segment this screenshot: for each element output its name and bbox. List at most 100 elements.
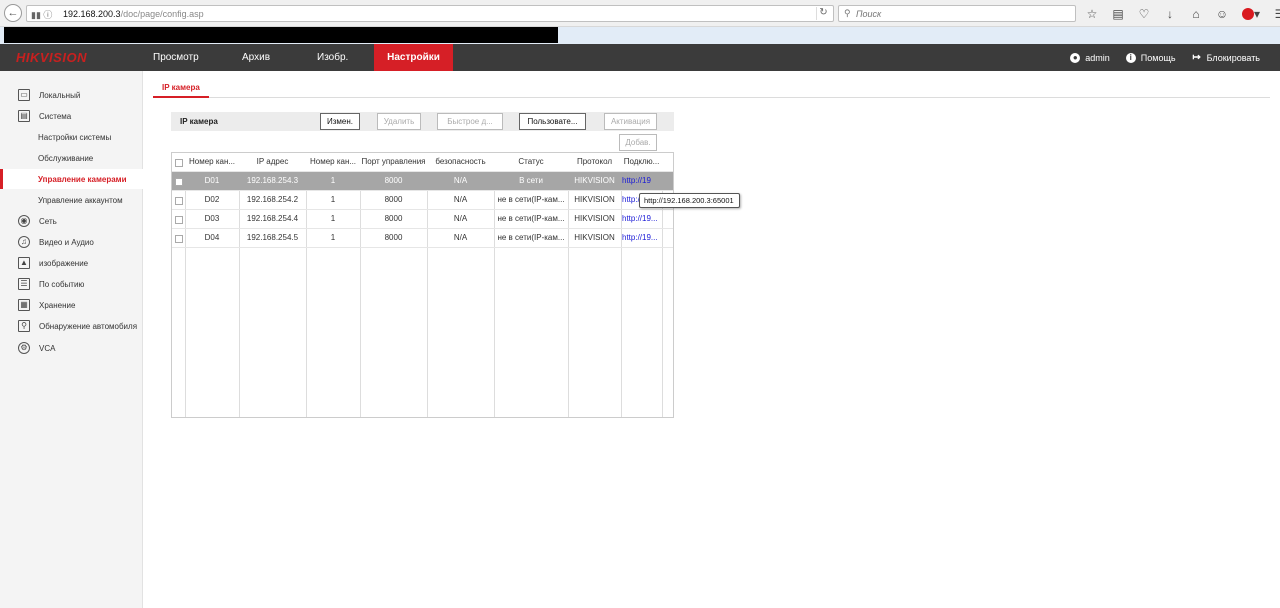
table-cell: 8000 [384, 176, 403, 185]
table-cell: 192.168.254.2 [246, 195, 299, 204]
column-header[interactable]: безопасность [427, 153, 494, 172]
table-row[interactable]: D02 192.168.254.2 1 8000 N/A не в сети(I… [172, 191, 673, 210]
table-row[interactable]: D01 192.168.254.3 1 8000 N/A В сети HIKV… [172, 172, 673, 191]
table-row[interactable]: D04 192.168.254.5 1 8000 N/A не в сети(I… [172, 229, 673, 248]
help-link[interactable]: i Помощь [1125, 52, 1176, 63]
sidebar-item-label: Видео и Аудио [39, 237, 94, 247]
table-cell: не в сети(IP-кам... [497, 233, 565, 242]
nav-settings[interactable]: Настройки [374, 44, 453, 71]
sidebar-item-image[interactable]: ▲ изображение [0, 253, 143, 273]
column-header[interactable]: IP адрес [239, 153, 306, 172]
table-cell: HIKVISION [574, 214, 615, 223]
table-cell: HIKVISION [574, 176, 615, 185]
browser-search-input[interactable] [856, 7, 1071, 20]
home-icon[interactable]: ⌂ [1188, 6, 1204, 22]
site-info-icon[interactable]: ▮▮ ⓘ [31, 8, 52, 21]
table-cell: HIKVISION [574, 233, 615, 242]
row-checkbox[interactable] [172, 210, 185, 229]
sidebar-item-label: изображение [39, 258, 89, 268]
row-checkbox[interactable] [172, 172, 185, 191]
table-cell: N/A [453, 214, 468, 223]
sidebar-item-vca[interactable]: ⚙ VCA [0, 338, 143, 358]
select-all-checkbox[interactable] [172, 153, 185, 172]
table-cell: N/A [453, 233, 468, 242]
network-icon: ◉ [18, 215, 30, 227]
user-menu[interactable]: ● admin [1070, 52, 1110, 63]
menu-icon[interactable]: ☰ [1272, 6, 1280, 22]
link-tooltip: http://192.168.200.3:65001 [639, 193, 740, 208]
storage-icon: ▦ [18, 299, 30, 311]
sidebar-item-system[interactable]: ▤ Система [0, 106, 143, 126]
sidebar-item-event[interactable]: ☰ По событию [0, 274, 143, 294]
column-header[interactable]: Номер кан... [306, 153, 360, 172]
nav-preview[interactable]: Просмотр [142, 44, 220, 71]
column-header[interactable]: Подклю... [621, 153, 662, 172]
sidebar-item-label: Хранение [39, 300, 76, 310]
browser-search-field[interactable]: ⚲ [838, 5, 1076, 22]
vca-icon: ⚙ [18, 342, 30, 354]
row-checkbox[interactable] [172, 191, 185, 210]
adblock-icon[interactable]: ▾ [1240, 6, 1262, 22]
sidebar-item-local[interactable]: ▭ Локальный [0, 85, 143, 105]
ip-camera-table: Номер кан... IP адрес Номер кан... Порт … [171, 152, 674, 418]
custom-add-button[interactable]: Пользовате... [519, 113, 586, 130]
activate-button[interactable]: Активация [604, 113, 657, 130]
sidebar-item-camera-management[interactable]: Управление камерами [0, 169, 143, 189]
lock-label: Блокировать [1206, 52, 1260, 63]
event-icon: ☰ [18, 278, 30, 290]
chat-icon[interactable]: ☺ [1214, 6, 1230, 22]
table-cell: 1 [330, 176, 336, 185]
redacted-region [4, 27, 558, 43]
sidebar-item-label: Сеть [39, 216, 57, 226]
table-cell: 1 [330, 195, 336, 204]
table-cell: В сети [519, 176, 543, 185]
back-arrow-icon[interactable]: ← [4, 4, 22, 22]
nav-archive[interactable]: Архив [220, 44, 295, 71]
connection-link[interactable]: http://19... [621, 229, 662, 248]
table-cell: HIKVISION [574, 195, 615, 204]
reading-list-icon[interactable]: ▤ [1110, 6, 1126, 22]
table-cell: 8000 [384, 195, 403, 204]
modify-button[interactable]: Измен. [320, 113, 360, 130]
sidebar-item-vehicle-detection[interactable]: ⚲ Обнаружение автомобиля [0, 316, 143, 336]
sidebar-item-account-management[interactable]: Управление аккаунтом [0, 190, 143, 210]
help-label: Помощь [1140, 52, 1176, 63]
username: admin [1085, 52, 1110, 63]
table-row[interactable]: D03 192.168.254.4 1 8000 N/A не в сети(I… [172, 210, 673, 229]
pocket-icon[interactable]: ♡ [1136, 6, 1152, 22]
column-header[interactable]: Статус [494, 153, 568, 172]
camera-toolbar: IP камера Измен. Удалить Быстрое д... По… [171, 112, 674, 131]
content-tabs: IP камера [153, 79, 1270, 98]
column-header[interactable]: Номер кан... [185, 153, 239, 172]
sidebar-item-network[interactable]: ◉ Сеть [0, 211, 143, 231]
table-header: Номер кан... IP адрес Номер кан... Порт … [172, 153, 673, 172]
nav-image[interactable]: Изобр. [295, 44, 374, 71]
delete-button[interactable]: Удалить [377, 113, 421, 130]
download-icon[interactable]: ↓ [1162, 6, 1178, 22]
search-icon: ⚲ [844, 8, 851, 18]
reload-icon[interactable]: ↻ [816, 7, 830, 20]
row-checkbox[interactable] [172, 229, 185, 248]
video-audio-icon: ♫ [18, 236, 30, 248]
tab-ip-camera[interactable]: IP камера [153, 79, 209, 98]
table-cell: N/A [453, 195, 468, 204]
column-header[interactable]: Протокол [568, 153, 621, 172]
table-cell: 192.168.254.3 [246, 176, 299, 185]
sidebar-item-storage[interactable]: ▦ Хранение [0, 295, 143, 315]
sidebar-item-video-audio[interactable]: ♫ Видео и Аудио [0, 232, 143, 252]
quick-add-button[interactable]: Быстрое д... [437, 113, 503, 130]
add-button[interactable]: Добав. [619, 134, 657, 151]
table-cell: не в сети(IP-кам... [497, 214, 565, 223]
table-cell: 8000 [384, 214, 403, 223]
table-cell: D03 [204, 214, 220, 223]
connection-link[interactable]: http://19... [621, 210, 662, 229]
sidebar-item-maintenance[interactable]: Обслуживание [0, 148, 143, 168]
lock-link[interactable]: ↦ Блокировать [1192, 52, 1260, 63]
sidebar-item-system-settings[interactable]: Настройки системы [0, 127, 143, 147]
bookmark-star-icon[interactable]: ☆ [1084, 6, 1100, 22]
connection-link[interactable]: http://19 [621, 172, 662, 191]
address-bar[interactable]: ▮▮ ⓘ 192.168.200.3/doc/page/config.asp ↻ [26, 5, 834, 22]
column-header[interactable]: Порт управления [360, 153, 427, 172]
image-icon: ▲ [18, 257, 30, 269]
table-cell: не в сети(IP-кам... [497, 195, 565, 204]
